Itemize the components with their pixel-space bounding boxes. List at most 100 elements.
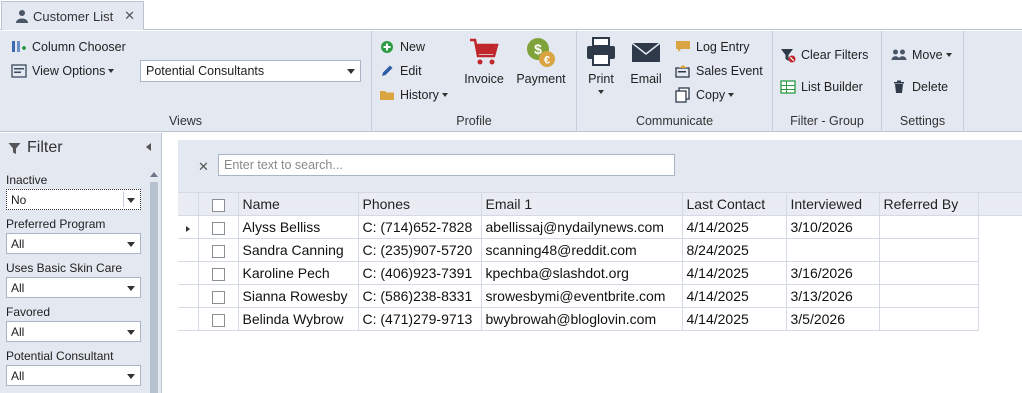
search-input[interactable] [218, 154, 675, 176]
table-row[interactable]: Sandra Canning C: (235)907-5720 scanning… [178, 238, 1022, 262]
filter-select-favored[interactable]: All [6, 321, 141, 342]
cell-phones[interactable]: C: (235)907-5720 [357, 238, 482, 262]
cell-referred-by[interactable] [878, 215, 979, 239]
cell-referred-by[interactable] [878, 261, 979, 285]
list-builder-button[interactable]: List Builder [780, 77, 863, 97]
copy-icon [675, 87, 691, 103]
payment-button[interactable]: $ € Payment [514, 36, 568, 86]
cell-interviewed[interactable]: 3/10/2026 [785, 215, 880, 239]
user-icon [16, 10, 28, 23]
print-button[interactable]: Print [583, 36, 619, 94]
cell-interviewed[interactable]: 3/16/2026 [785, 261, 880, 285]
column-header-name[interactable]: Name [237, 192, 359, 216]
view-select[interactable]: Potential Consultants [140, 60, 361, 82]
tab-label: Customer List [33, 8, 114, 24]
chevron-down-icon [728, 93, 735, 97]
cell-phones[interactable]: C: (471)279-9713 [357, 307, 482, 331]
table-row[interactable]: Sianna Rowesby C: (586)238-8331 srowesby… [178, 284, 1022, 308]
column-header-phones[interactable]: Phones [357, 192, 482, 216]
filter-label-preferred-program: Preferred Program [6, 217, 106, 231]
filter-panel: Filter Inactive No Preferred Program All… [0, 133, 162, 393]
table-row[interactable]: Karoline Pech C: (406)923-7391 kpechba@s… [178, 261, 1022, 285]
email-button[interactable]: Email [627, 36, 665, 86]
filter-scrollbar[interactable] [148, 169, 160, 393]
cell-name[interactable]: Sandra Canning [237, 238, 359, 262]
cell-last-contact[interactable]: 4/14/2025 [681, 261, 787, 285]
clear-filters-button[interactable]: Clear Filters [780, 45, 868, 65]
filter-select-basic-skin-care[interactable]: All [6, 277, 141, 298]
dropdown-arrow-icon [127, 330, 135, 335]
cell-email[interactable]: srowesbymi@eventbrite.com [480, 284, 683, 308]
cell-phones[interactable]: C: (406)923-7391 [357, 261, 482, 285]
invoice-button[interactable]: Invoice [460, 36, 508, 86]
column-header-referred-by[interactable]: Referred By [878, 192, 979, 216]
history-button[interactable]: History [379, 85, 448, 105]
row-checkbox[interactable] [211, 221, 225, 235]
filter-select-inactive[interactable]: No [6, 189, 141, 210]
views-group-label: Views [168, 114, 203, 128]
cell-interviewed[interactable]: 3/5/2026 [785, 307, 880, 331]
delete-button[interactable]: Delete [891, 77, 948, 97]
edit-button[interactable]: Edit [379, 61, 422, 81]
history-label: History [400, 88, 439, 102]
move-label: Move [912, 48, 943, 62]
cell-name[interactable]: Sianna Rowesby [237, 284, 359, 308]
cell-email[interactable]: kpechba@slashdot.org [480, 261, 683, 285]
cell-last-contact[interactable]: 4/14/2025 [681, 284, 787, 308]
sales-event-button[interactable]: Sales Event [675, 61, 763, 81]
row-indicator [178, 215, 199, 239]
scroll-thumb[interactable] [150, 182, 158, 393]
envelope-icon [631, 42, 661, 62]
log-entry-label: Log Entry [696, 40, 750, 54]
row-checkbox[interactable] [211, 290, 225, 304]
column-chooser-button[interactable]: Column Chooser [11, 37, 126, 57]
filter-value-preferred-program: All [11, 237, 25, 251]
tab-customer-list[interactable]: Customer List ✕ [1, 1, 144, 30]
row-indicator-header [178, 192, 199, 216]
cell-email[interactable]: bwybrowah@bloglovin.com [480, 307, 683, 331]
payment-label: Payment [516, 72, 566, 86]
communicate-group: Print Email Log Entry Sales Event Copy C… [577, 31, 773, 132]
cell-email[interactable]: scanning48@reddit.com [480, 238, 683, 262]
new-button[interactable]: New [379, 37, 425, 57]
cell-phones[interactable]: C: (714)652-7828 [357, 215, 482, 239]
close-icon[interactable]: ✕ [124, 8, 135, 24]
cell-referred-by[interactable] [878, 284, 979, 308]
dropdown-arrow-icon [127, 198, 135, 203]
select-all-checkbox[interactable] [211, 198, 225, 212]
cell-name[interactable]: Karoline Pech [237, 261, 359, 285]
cell-referred-by[interactable] [878, 238, 979, 262]
move-button[interactable]: Move [891, 45, 952, 65]
chevron-down-icon [108, 69, 115, 73]
delete-label: Delete [912, 80, 949, 94]
view-options-button[interactable]: View Options [11, 61, 115, 81]
copy-button[interactable]: Copy [675, 85, 735, 105]
log-entry-button[interactable]: Log Entry [675, 37, 750, 57]
filter-select-potential-consultant[interactable]: All [6, 365, 141, 386]
column-header-last-contact[interactable]: Last Contact [681, 192, 787, 216]
table-row[interactable]: Belinda Wybrow C: (471)279-9713 bwybrowa… [178, 307, 1022, 331]
filter-group-label: Filter - Group [790, 114, 864, 128]
scroll-up-icon[interactable] [150, 172, 158, 177]
cell-name[interactable]: Alyss Belliss [237, 215, 359, 239]
svg-text:€: € [544, 55, 550, 67]
column-header-interviewed[interactable]: Interviewed [785, 192, 880, 216]
table-row[interactable]: Alyss Belliss C: (714)652-7828 abellissa… [178, 215, 1022, 239]
cell-email[interactable]: abellissaj@nydailynews.com [480, 215, 683, 239]
cell-last-contact[interactable]: 8/24/2025 [681, 238, 787, 262]
filter-select-preferred-program[interactable]: All [6, 233, 141, 254]
cell-last-contact[interactable]: 4/14/2025 [681, 215, 787, 239]
cell-interviewed[interactable] [785, 238, 880, 262]
column-header-email[interactable]: Email 1 [480, 192, 683, 216]
dropdown-arrow-icon [127, 374, 135, 379]
row-checkbox[interactable] [211, 267, 225, 281]
row-checkbox[interactable] [211, 244, 225, 258]
row-checkbox[interactable] [211, 313, 225, 327]
cell-referred-by[interactable] [878, 307, 979, 331]
cell-interviewed[interactable]: 3/13/2026 [785, 284, 880, 308]
cell-phones[interactable]: C: (586)238-8331 [357, 284, 482, 308]
cell-name[interactable]: Belinda Wybrow [237, 307, 359, 331]
cell-last-contact[interactable]: 4/14/2025 [681, 307, 787, 331]
clear-search-icon[interactable]: ✕ [198, 159, 209, 175]
collapse-panel-icon[interactable] [146, 143, 151, 151]
